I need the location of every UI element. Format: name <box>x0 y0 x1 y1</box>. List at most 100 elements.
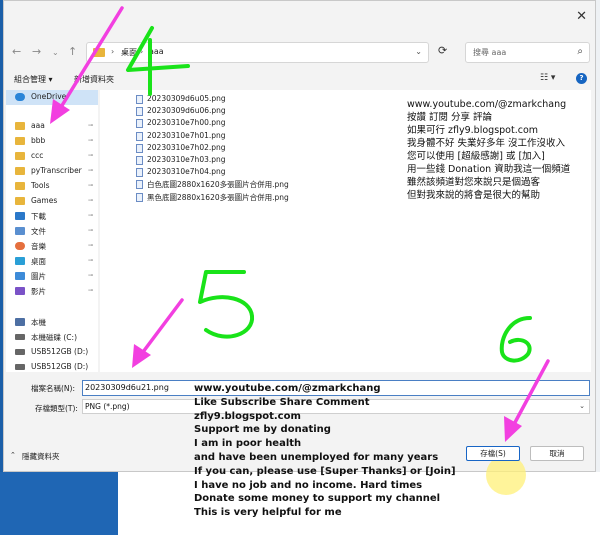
navigation-pane: OneDrive aaa ⊸ bbb ⊸ ccc ⊸ pyTranscriber ⊸ Tools ⊸… <box>6 90 98 372</box>
image-file-icon <box>136 143 143 153</box>
filetype-label: 存檔類型(T): <box>35 404 78 413</box>
overlay-line: 按讚 訂閱 分享 評論 <box>407 112 493 123</box>
breadcrumb-separator: › <box>111 47 115 56</box>
pin-icon: ⊸ <box>88 287 94 294</box>
onedrive-icon <box>15 93 25 101</box>
documents-icon <box>15 227 25 235</box>
overlay-english-line: Like Subscribe Share Comment <box>194 396 370 408</box>
pc-icon <box>15 318 25 326</box>
overlay-english-line: This is very helpful for me <box>194 507 342 519</box>
command-toolbar: 組合管理 ▾ 新增資料夾 ☷ ▾ ? <box>4 70 595 90</box>
cursor-highlight <box>486 455 526 495</box>
overlay-english-line: Support me by donating <box>194 424 331 436</box>
breadcrumb-aaa[interactable]: aaa <box>149 47 164 56</box>
pin-icon: ⊸ <box>88 152 94 159</box>
image-file-icon <box>136 192 143 202</box>
music-icon <box>15 242 25 250</box>
sidebar-item[interactable]: 圖片 ⊸ <box>6 269 98 284</box>
overlay-line: 雖然該頻道對您來說只是個過客 <box>407 177 541 188</box>
folder-icon <box>15 197 25 205</box>
chevron-up-icon[interactable]: ⌃ <box>10 451 16 459</box>
sidebar-item-label: Games <box>31 196 58 205</box>
image-file-icon <box>136 119 143 129</box>
sidebar-item[interactable]: 本機 <box>6 315 98 330</box>
overlay-english-line: I am in poor health <box>194 438 302 450</box>
sidebar-item[interactable]: 影片 ⊸ <box>6 284 98 299</box>
overlay-text-block: www.youtube.com/@zmarkchang 按讚 訂閱 分享 評論 如果… <box>407 98 593 202</box>
sidebar-item-label: pyTranscriber <box>31 166 82 175</box>
cancel-button[interactable]: 取消 <box>530 446 584 461</box>
sidebar-item[interactable]: USB512GB (D:) <box>6 360 98 375</box>
chevron-down-icon[interactable]: ⌄ <box>415 47 422 56</box>
organize-button[interactable]: 組合管理 ▾ <box>14 74 53 85</box>
filename-label: 檔案名稱(N): <box>31 384 75 393</box>
pin-icon: ⊸ <box>88 272 94 279</box>
sidebar-item[interactable]: 下載 ⊸ <box>6 209 98 224</box>
hide-folders-button[interactable]: 隱藏資料夾 <box>22 451 60 462</box>
overlay-line: www.youtube.com/@zmarkchang <box>407 99 567 110</box>
image-file-icon <box>136 131 143 141</box>
sidebar-item[interactable]: 桌面 ⊸ <box>6 254 98 269</box>
folder-icon <box>15 167 25 175</box>
recent-locations-chevron-icon[interactable]: ⌄ <box>52 48 59 57</box>
overlay-line: 您可以使用 [超級感謝] 或 [加入] <box>407 151 545 162</box>
sidebar-item[interactable]: bbb ⊸ <box>6 134 98 149</box>
view-options-icon[interactable]: ☷ ▾ <box>540 73 555 83</box>
save-button[interactable]: 存檔(S) <box>466 446 520 461</box>
sidebar-item[interactable]: pyTranscriber ⊸ <box>6 164 98 179</box>
sidebar-item[interactable]: ccc ⊸ <box>6 149 98 164</box>
image-file-icon <box>136 168 143 178</box>
back-arrow-icon[interactable]: ← <box>12 45 21 58</box>
navigation-bar: ← → ⌄ ↑ › 桌面 › aaa ⌄ ⟳ 搜尋 aaa ⌕ <box>4 39 595 67</box>
file-name: 20230310e7h01.png <box>147 130 226 140</box>
sidebar-item[interactable]: aaa ⊸ <box>6 119 98 134</box>
dialog-titlebar: ✕ <box>4 1 595 37</box>
videos-icon <box>15 287 25 295</box>
pin-icon: ⊸ <box>88 122 94 129</box>
pin-icon: ⊸ <box>88 182 94 189</box>
pin-icon: ⊸ <box>88 167 94 174</box>
sidebar-item[interactable]: OneDrive <box>6 90 98 105</box>
sidebar-item[interactable]: 本機磁碟 (C:) <box>6 330 98 345</box>
forward-arrow-icon[interactable]: → <box>32 45 41 58</box>
search-icon[interactable]: ⌕ <box>577 46 583 57</box>
sidebar-item[interactable]: 文件 ⊸ <box>6 224 98 239</box>
chevron-down-icon: ⌄ <box>579 402 585 410</box>
help-icon[interactable]: ? <box>576 73 587 84</box>
sidebar-item[interactable]: Games ⊸ <box>6 194 98 209</box>
image-file-icon <box>136 95 143 104</box>
sidebar-item[interactable]: 音樂 ⊸ <box>6 239 98 254</box>
folder-icon <box>15 137 25 145</box>
sidebar-item-label: 文件 <box>31 227 46 236</box>
sidebar-item-label: 圖片 <box>31 272 46 281</box>
file-name: 20230309d6u05.png <box>147 94 226 103</box>
download-icon <box>15 212 25 220</box>
sidebar-item-label: 本機 <box>31 318 46 327</box>
address-bar[interactable]: › 桌面 › aaa ⌄ <box>86 42 429 63</box>
background-window-edge <box>596 0 600 472</box>
folder-icon <box>93 48 105 57</box>
sidebar-item-label: 桌面 <box>31 257 46 266</box>
breadcrumb-desktop[interactable]: 桌面 <box>121 47 137 58</box>
close-icon[interactable]: ✕ <box>576 9 587 24</box>
sidebar-item-label: ccc <box>31 151 44 160</box>
file-name: 白色底圖2880x1620多張圖片合併用.png <box>147 180 289 190</box>
sidebar-item[interactable]: USB512GB (D:) <box>6 345 98 360</box>
sidebar-item-label: USB512GB (D:) <box>31 362 89 371</box>
up-arrow-icon[interactable]: ↑ <box>68 45 77 58</box>
new-folder-button[interactable]: 新增資料夾 <box>74 74 114 85</box>
sidebar-item-label: 本機磁碟 (C:) <box>31 333 77 342</box>
refresh-icon[interactable]: ⟳ <box>438 44 447 57</box>
image-file-icon <box>136 107 143 117</box>
filetype-value: PNG (*.png) <box>85 402 130 411</box>
sidebar-item[interactable]: Tools ⊸ <box>6 179 98 194</box>
desktop-background <box>0 472 118 535</box>
breadcrumb-separator: › <box>140 47 144 56</box>
sidebar-item-label: 下載 <box>31 212 46 221</box>
file-name: 黑色底圖2880x1620多張圖片合併用.png <box>147 192 289 202</box>
pictures-icon <box>15 272 25 280</box>
image-file-icon <box>136 156 143 165</box>
search-input[interactable]: 搜尋 aaa ⌕ <box>465 42 590 63</box>
pin-icon: ⊸ <box>88 212 94 219</box>
pin-icon: ⊸ <box>88 257 94 264</box>
